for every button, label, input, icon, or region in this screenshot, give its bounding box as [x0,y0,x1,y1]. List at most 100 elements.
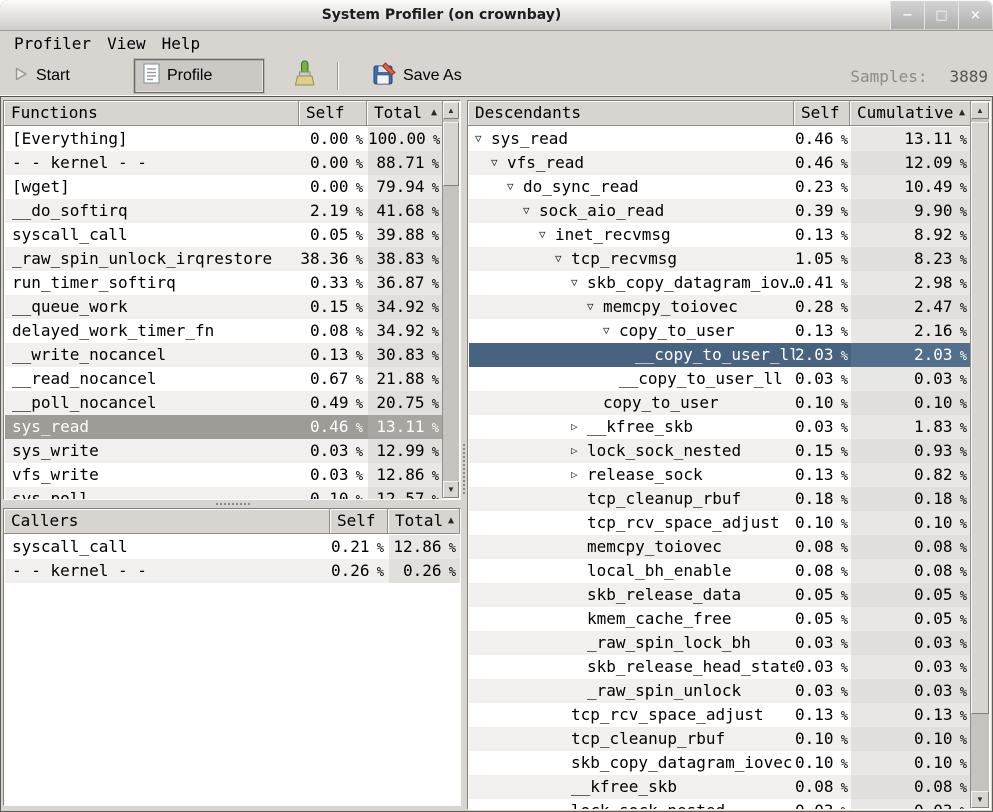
table-row[interactable]: syscall_call0.05 %39.88 % [5,223,444,247]
maximize-button[interactable]: □ [925,1,958,29]
cell-total: 0.18 % [851,487,972,511]
scroll-down-icon[interactable]: ▼ [443,481,459,498]
titlebar[interactable]: System Profiler (on crownbay) −□× [0,0,993,31]
cell-name: - - kernel - - [5,151,300,175]
cell-name: ▷release_sock [469,463,795,487]
tree-row[interactable]: tcp_cleanup_rbuf0.10 %0.10 % [469,727,972,751]
column-header-callers[interactable]: Callers [4,509,330,534]
table-row[interactable]: vfs_write0.03 %12.86 % [5,463,444,487]
tree-row[interactable]: copy_to_user0.10 %0.10 % [469,391,972,415]
tree-row[interactable]: tcp_cleanup_rbuf0.18 %0.18 % [469,487,972,511]
functions-scrollbar-thumb[interactable] [443,122,459,186]
column-header-functions[interactable]: Functions [4,101,299,126]
cell-total: 0.10 % [851,751,972,775]
tree-row[interactable]: __kfree_skb0.08 %0.08 % [469,775,972,799]
cell-self: 0.00 % [300,175,368,199]
table-row[interactable]: __write_nocancel0.13 %30.83 % [5,343,444,367]
tree-row[interactable]: ▽sock_aio_read0.39 %9.90 % [469,199,972,223]
cell-self: 0.67 % [300,367,368,391]
descendants-panel: Descendants Self Cumulative▲ ▽sys_read0.… [467,100,991,810]
tree-row[interactable]: tcp_rcv_space_adjust0.13 %0.13 % [469,703,972,727]
table-row[interactable]: sys_read0.46 %13.11 % [5,415,444,439]
table-row[interactable]: - - kernel - -0.26 %0.26 % [5,559,461,583]
table-row[interactable]: sys_write0.03 %12.99 % [5,439,444,463]
tree-row[interactable]: _raw_spin_lock_bh0.03 %0.03 % [469,631,972,655]
save-icon [373,62,396,91]
tree-row[interactable]: ▽copy_to_user0.13 %2.16 % [469,319,972,343]
scroll-up-icon[interactable]: ▲ [443,102,459,119]
tree-row[interactable]: skb_copy_datagram_iovec0.10 %0.10 % [469,751,972,775]
tree-row[interactable]: ▷release_sock0.13 %0.82 % [469,463,972,487]
expander-collapsed-icon[interactable]: ▷ [571,439,578,463]
table-row[interactable]: [Everything]0.00 %100.00 % [5,127,444,151]
tree-row[interactable]: __copy_to_user_ll0.03 %0.03 % [469,367,972,391]
tree-row[interactable]: kmem_cache_free0.05 %0.05 % [469,607,972,631]
tree-row[interactable]: ▽inet_recvmsg0.13 %8.92 % [469,223,972,247]
descendants-scrollbar-thumb[interactable] [971,122,989,714]
table-row[interactable]: __poll_nocancel0.49 %20.75 % [5,391,444,415]
tree-row[interactable]: ▽vfs_read0.46 %12.09 % [469,151,972,175]
expander-collapsed-icon[interactable]: ▷ [571,463,578,487]
column-header-total[interactable]: Total▲ [367,101,443,126]
tree-row[interactable]: ▽memcpy_toiovec0.28 %2.47 % [469,295,972,319]
tree-row[interactable]: lock_sock_nested0.03 %0.03 % [469,799,972,809]
scroll-down-icon[interactable]: ▼ [971,791,989,808]
column-header-total[interactable]: Total▲ [388,509,460,534]
tree-row[interactable]: tcp_rcv_space_adjust0.10 %0.10 % [469,511,972,535]
expander-expanded-icon[interactable]: ▽ [571,271,578,295]
menu-profiler[interactable]: Profiler [10,31,95,57]
tree-row[interactable]: memcpy_toiovec0.08 %0.08 % [469,535,972,559]
table-row[interactable]: __read_nocancel0.67 %21.88 % [5,367,444,391]
tree-row[interactable]: _raw_spin_unlock0.03 %0.03 % [469,679,972,703]
expander-expanded-icon[interactable]: ▽ [555,247,562,271]
expander-expanded-icon[interactable]: ▽ [523,199,530,223]
expander-expanded-icon[interactable]: ▽ [507,175,514,199]
table-row[interactable]: - - kernel - -0.00 %88.71 % [5,151,444,175]
descendants-scrollbar[interactable]: ▲ ▼ [970,102,989,808]
tree-row[interactable]: ▽skb_copy_datagram_iov…0.41 %2.98 % [469,271,972,295]
profile-toggle-button[interactable]: Profile [134,59,264,93]
start-button[interactable]: Start [6,60,77,92]
cell-name: skb_copy_datagram_iovec [469,751,795,775]
tree-row[interactable]: ▷__kfree_skb0.03 %1.83 % [469,415,972,439]
tree-row[interactable]: ▽sys_read0.46 %13.11 % [469,127,972,151]
functions-scrollbar[interactable]: ▲ ▼ [442,102,459,498]
scroll-up-icon[interactable]: ▲ [971,102,989,119]
close-button[interactable]: × [959,1,992,29]
column-header-self[interactable]: Self [794,101,850,126]
tree-row[interactable]: ▽do_sync_read0.23 %10.49 % [469,175,972,199]
tree-row[interactable]: ▷lock_sock_nested0.15 %0.93 % [469,439,972,463]
expander-expanded-icon[interactable]: ▽ [603,319,610,343]
menu-help[interactable]: Help [158,31,205,57]
save-as-button[interactable]: Save As [368,60,467,92]
tree-row[interactable]: local_bh_enable0.08 %0.08 % [469,559,972,583]
tree-row[interactable]: ▽tcp_recvmsg1.05 %8.23 % [469,247,972,271]
table-row[interactable]: delayed_work_timer_fn0.08 %34.92 % [5,319,444,343]
expander-expanded-icon[interactable]: ▽ [539,223,546,247]
table-row[interactable]: __do_softirq2.19 %41.68 % [5,199,444,223]
tree-row[interactable]: skb_release_head_state0.03 %0.03 % [469,655,972,679]
functions-callers-resize-handle[interactable] [3,500,461,508]
table-row[interactable]: _raw_spin_unlock_irqrestore38.36 %38.83 … [5,247,444,271]
table-row[interactable]: sys_poll0.10 %12.57 % [5,487,444,500]
expander-collapsed-icon[interactable]: ▷ [571,415,578,439]
column-header-descendants[interactable]: Descendants [468,101,794,126]
cell-name: _raw_spin_unlock_irqrestore [5,247,300,271]
table-row[interactable]: [wget]0.00 %79.94 % [5,175,444,199]
reset-brush-button[interactable] [283,60,325,92]
tree-row[interactable]: skb_release_data0.05 %0.05 % [469,583,972,607]
menu-view[interactable]: View [103,31,150,57]
table-row[interactable]: syscall_call0.21 %12.86 % [5,535,461,559]
expander-expanded-icon[interactable]: ▽ [587,295,594,319]
table-row[interactable]: run_timer_softirq0.33 %36.87 % [5,271,444,295]
minimize-button[interactable]: − [891,1,924,29]
tree-row[interactable]: __copy_to_user_ll2.03 %2.03 % [469,343,972,367]
table-row[interactable]: __queue_work0.15 %34.92 % [5,295,444,319]
column-header-cumulative[interactable]: Cumulative▲ [850,101,971,126]
cell-name: _raw_spin_lock_bh [469,631,795,655]
expander-expanded-icon[interactable]: ▽ [491,151,498,175]
column-header-self[interactable]: Self [299,101,367,126]
cell-name: sys_write [5,439,300,463]
expander-expanded-icon[interactable]: ▽ [475,127,482,151]
column-header-self[interactable]: Self [330,509,388,534]
